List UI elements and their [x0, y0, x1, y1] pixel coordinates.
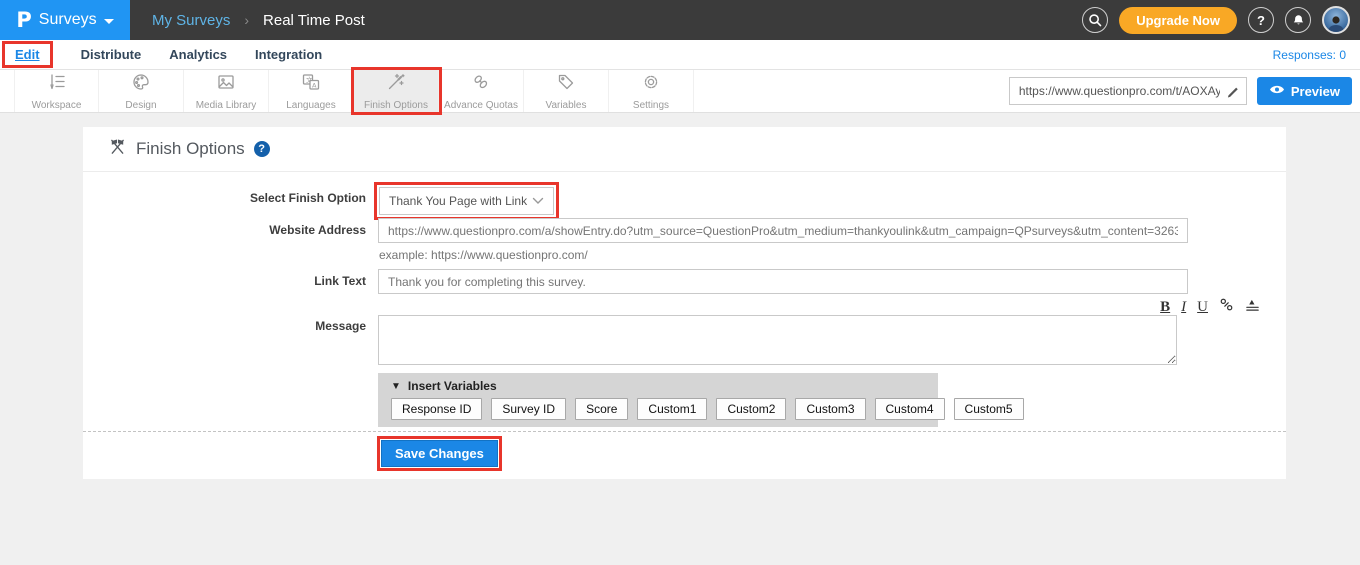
- toolbar-item-advance-quotas[interactable]: Advance Quotas: [439, 70, 524, 112]
- finish-flag-icon: [108, 137, 127, 161]
- survey-url-wrap: [1009, 77, 1247, 105]
- languages-translate-icon: 文A: [301, 72, 321, 97]
- variables-tag-icon: [556, 72, 576, 97]
- variable-button-custom4[interactable]: Custom4: [875, 398, 945, 420]
- user-avatar[interactable]: [1322, 6, 1350, 34]
- workspace-icon: [47, 72, 67, 97]
- advance-quotas-chain-icon: [471, 72, 491, 97]
- message-textarea[interactable]: [378, 315, 1177, 365]
- finish-options-help-icon[interactable]: ?: [254, 141, 270, 157]
- link-text-input[interactable]: [378, 269, 1188, 294]
- message-label: Message: [83, 319, 366, 333]
- finish-option-dropdown[interactable]: Thank You Page with Link: [379, 187, 554, 215]
- breadcrumb: My Surveys › Real Time Post: [152, 12, 365, 29]
- tab-edit[interactable]: Edit: [15, 47, 40, 62]
- toolbar-right: Preview: [1009, 70, 1360, 112]
- media-library-icon: [216, 72, 236, 97]
- help-icon[interactable]: ?: [1248, 7, 1274, 33]
- save-changes-button[interactable]: Save Changes: [381, 440, 498, 467]
- variable-button-custom2[interactable]: Custom2: [716, 398, 786, 420]
- svg-text:A: A: [312, 81, 317, 89]
- website-address-label: Website Address: [83, 223, 366, 237]
- section-divider: [83, 431, 1286, 432]
- toolbar-item-settings[interactable]: Settings: [609, 70, 694, 112]
- notifications-bell-icon[interactable]: [1285, 7, 1311, 33]
- topbar-actions: Upgrade Now ?: [1082, 6, 1360, 34]
- link-text-label: Link Text: [83, 274, 366, 288]
- variable-button-custom5[interactable]: Custom5: [954, 398, 1024, 420]
- toolbar-item-languages[interactable]: 文A Languages: [269, 70, 354, 112]
- responses-count[interactable]: Responses: 0: [1273, 48, 1360, 62]
- breadcrumb-my-surveys[interactable]: My Surveys: [152, 12, 230, 29]
- variable-button-score[interactable]: Score: [575, 398, 628, 420]
- chevron-down-icon: [104, 19, 114, 24]
- chevron-down-icon: [532, 192, 544, 210]
- message-editor-toolbar: B I U: [378, 297, 1260, 317]
- search-icon[interactable]: [1082, 7, 1108, 33]
- panel-header: Finish Options ?: [83, 127, 1286, 172]
- questionpro-logo-area[interactable]: P Surveys: [0, 0, 130, 40]
- toolbar-item-media-library[interactable]: Media Library: [184, 70, 269, 112]
- finish-option-label: Select Finish Option: [83, 191, 366, 205]
- website-example-text: example: https://www.questionpro.com/: [379, 248, 588, 262]
- finish-options-wand-icon: [386, 72, 406, 97]
- insert-variables-panel: ▼ Insert Variables Response ID Survey ID…: [378, 373, 938, 427]
- settings-gear-icon: [641, 72, 661, 97]
- breadcrumb-current-survey: Real Time Post: [263, 12, 365, 29]
- design-palette-icon: [131, 72, 151, 97]
- questionpro-logo-icon: P: [16, 8, 31, 32]
- upgrade-now-button[interactable]: Upgrade Now: [1119, 7, 1237, 34]
- variable-button-custom3[interactable]: Custom3: [795, 398, 865, 420]
- variable-button-survey-id[interactable]: Survey ID: [491, 398, 566, 420]
- italic-button[interactable]: I: [1181, 300, 1186, 314]
- insert-link-icon[interactable]: [1219, 297, 1234, 317]
- edit-tab-highlight: Edit: [2, 41, 53, 68]
- product-name: Surveys: [39, 11, 97, 29]
- page-title: Finish Options: [136, 139, 245, 159]
- breadcrumb-separator: ›: [244, 12, 249, 28]
- variable-button-custom1[interactable]: Custom1: [637, 398, 707, 420]
- preview-button[interactable]: Preview: [1257, 77, 1352, 105]
- edit-url-pencil-icon[interactable]: [1226, 83, 1241, 103]
- top-navbar: P Surveys My Surveys › Real Time Post Up…: [0, 0, 1360, 40]
- tab-distribute[interactable]: Distribute: [81, 47, 142, 62]
- toolbar-item-finish-options[interactable]: Finish Options: [354, 70, 439, 112]
- finish-option-highlight: Thank You Page with Link: [374, 182, 559, 220]
- variable-button-response-id[interactable]: Response ID: [391, 398, 482, 420]
- bold-button[interactable]: B: [1160, 300, 1170, 314]
- variable-buttons-row: Response ID Survey ID Score Custom1 Cust…: [391, 398, 938, 420]
- website-address-input[interactable]: [378, 218, 1188, 243]
- finish-options-panel: Finish Options ? Select Finish Option Th…: [83, 127, 1286, 479]
- tab-analytics[interactable]: Analytics: [169, 47, 227, 62]
- edit-toolbar: Workspace Design Media Library 文A Langua…: [0, 70, 1360, 113]
- underline-button[interactable]: U: [1197, 300, 1208, 314]
- caret-down-icon: ▼: [391, 381, 401, 392]
- survey-section-tabs: Edit Distribute Analytics Integration Re…: [0, 40, 1360, 70]
- toolbar-item-design[interactable]: Design: [99, 70, 184, 112]
- insert-variables-header[interactable]: ▼ Insert Variables: [378, 373, 938, 393]
- save-changes-highlight: Save Changes: [377, 436, 502, 471]
- toolbar-item-variables[interactable]: Variables: [524, 70, 609, 112]
- survey-url-input[interactable]: [1009, 77, 1247, 105]
- tab-integration[interactable]: Integration: [255, 47, 322, 62]
- finish-option-selected-value: Thank You Page with Link: [389, 194, 527, 208]
- eye-icon: [1269, 83, 1285, 99]
- text-align-icon[interactable]: [1245, 297, 1260, 317]
- insert-variables-label: Insert Variables: [408, 379, 497, 393]
- toolbar-item-workspace[interactable]: Workspace: [14, 70, 99, 112]
